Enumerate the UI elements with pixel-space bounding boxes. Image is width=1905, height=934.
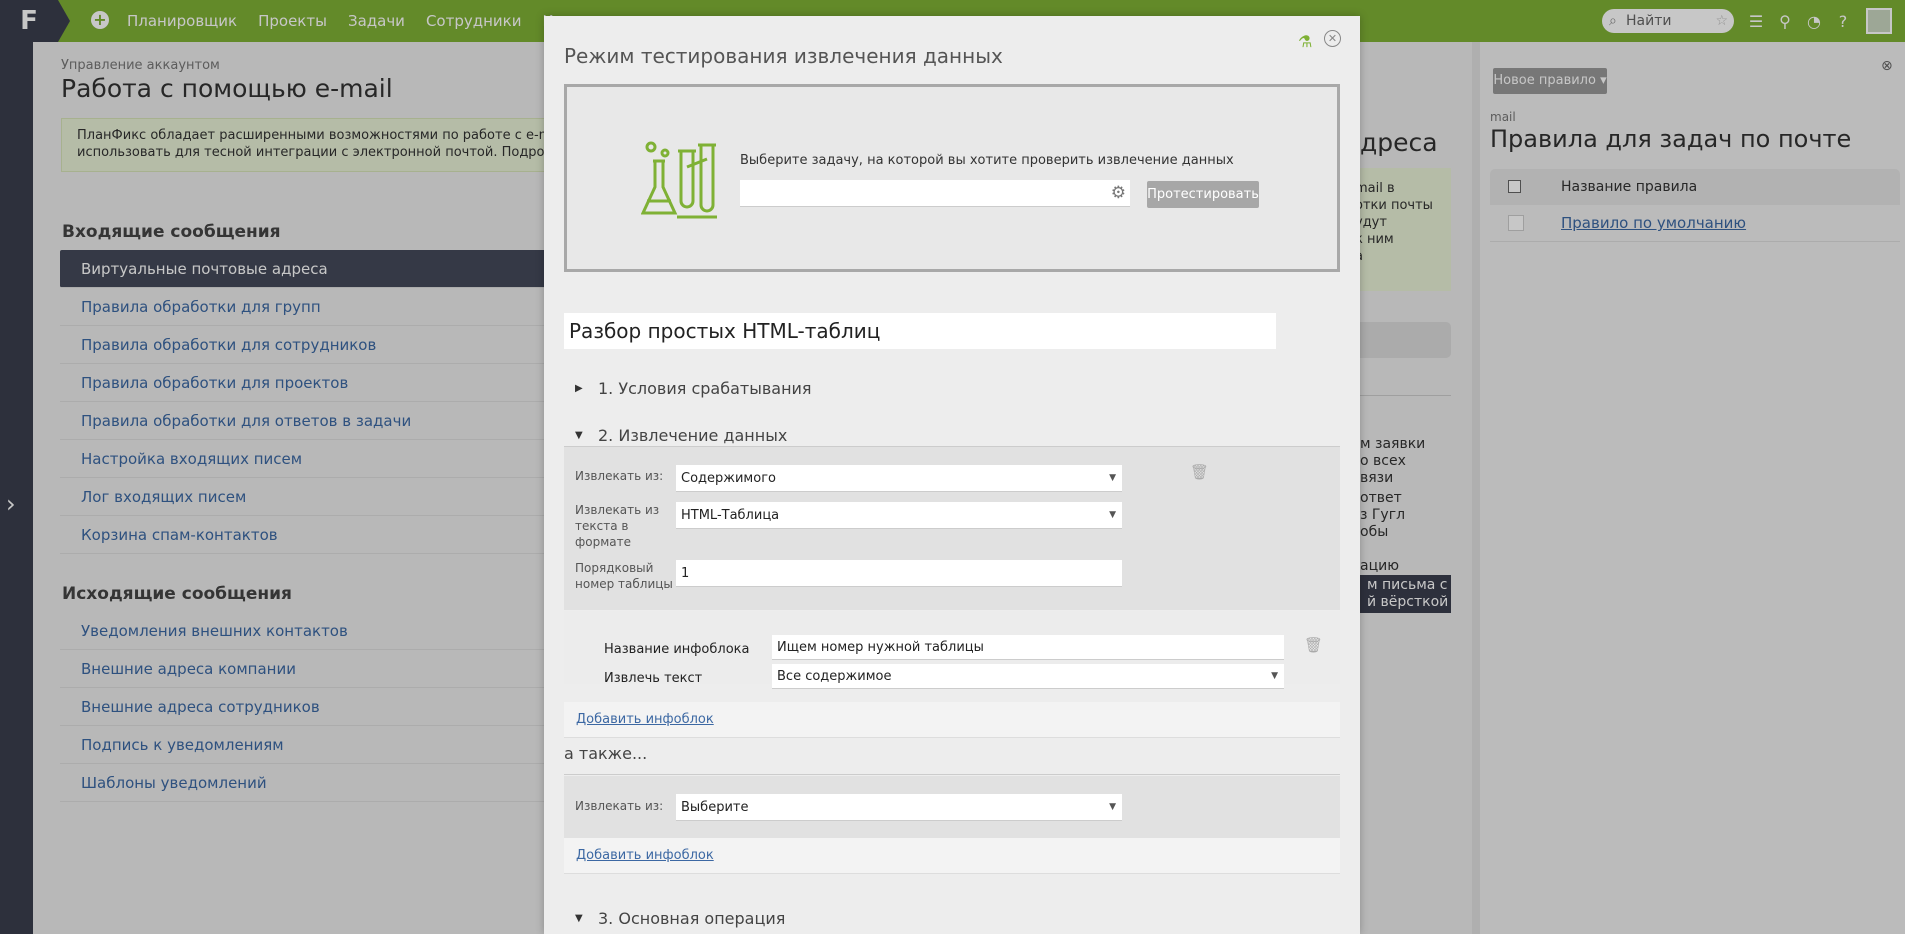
extract-from-label: Извлекать из:: [575, 469, 664, 483]
trash-icon[interactable]: 🗑: [1304, 636, 1323, 654]
triangle-down-icon: ▼: [575, 430, 583, 441]
extract-text-value: Все содержимое: [777, 669, 892, 684]
gear-icon[interactable]: ⚙: [1111, 183, 1126, 203]
infoblock-name-label: Название инфоблока: [604, 642, 750, 657]
dropdown-arrow-icon: ▼: [1271, 671, 1278, 681]
format-label-line: формате: [575, 535, 631, 549]
modal-title: Режим тестирования извлечения данных: [564, 44, 1003, 68]
extract-from-value: Содержимого: [681, 471, 776, 486]
format-value: HTML-Таблица: [681, 508, 780, 523]
section-conditions-label: 1. Условия срабатывания: [598, 379, 812, 398]
section-main-operation[interactable]: ▼ 3. Основная операция: [564, 901, 1340, 934]
close-icon[interactable]: ✕: [1324, 30, 1341, 47]
extract-from-select-2[interactable]: Выберите ▼: [676, 794, 1122, 821]
extraction-test-modal: Режим тестирования извлечения данных ⚗ ✕…: [544, 16, 1360, 934]
format-select[interactable]: HTML-Таблица ▼: [676, 502, 1122, 529]
extract-from-select[interactable]: Содержимого ▼: [676, 465, 1122, 492]
table-number-label: Порядковый номер таблицы: [575, 560, 673, 592]
table-number-label-line: Порядковый: [575, 561, 654, 575]
table-number-input[interactable]: 1: [676, 560, 1122, 587]
also-label: а также...: [564, 744, 648, 763]
format-label-line: текста в: [575, 519, 629, 533]
flask-icon[interactable]: ⚗: [1298, 32, 1312, 51]
lab-equipment-icon: [641, 141, 717, 219]
dropdown-arrow-icon: ▼: [1109, 473, 1116, 483]
section-main-operation-label: 3. Основная операция: [598, 909, 786, 928]
extract-text-label: Извлечь текст: [604, 671, 703, 686]
test-button[interactable]: Протестировать: [1147, 181, 1259, 208]
table-number-label-line: номер таблицы: [575, 577, 673, 591]
task-select-input[interactable]: ⚙: [740, 180, 1130, 207]
section-divider: [564, 774, 1340, 775]
section-extraction-label: 2. Извлечение данных: [598, 426, 788, 445]
add-infoblock-link-2[interactable]: Добавить инфоблок: [576, 848, 714, 863]
extract-text-select[interactable]: Все содержимое ▼: [772, 664, 1284, 689]
format-label-line: Извлекать из: [575, 503, 660, 517]
rule-name-input[interactable]: Разбор простых HTML-таблиц: [564, 313, 1276, 349]
extract-from-value-2: Выберите: [681, 800, 749, 815]
add-infoblock-link[interactable]: Добавить инфоблок: [576, 712, 714, 727]
section-conditions[interactable]: ▶ 1. Условия срабатывания: [564, 371, 1340, 411]
trash-icon[interactable]: 🗑: [1190, 463, 1209, 481]
triangle-right-icon: ▶: [575, 383, 583, 394]
dropdown-arrow-icon: ▼: [1109, 510, 1116, 520]
format-label: Извлекать из текста в формате: [575, 502, 659, 550]
infoblock-name-input[interactable]: Ищем номер нужной таблицы: [772, 635, 1284, 660]
extract-from-label-2: Извлекать из:: [575, 799, 664, 813]
test-prompt: Выберите задачу, на которой вы хотите пр…: [740, 153, 1234, 168]
triangle-down-icon: ▼: [575, 913, 583, 924]
dropdown-arrow-icon: ▼: [1109, 802, 1116, 812]
test-panel: Выберите задачу, на которой вы хотите пр…: [564, 84, 1340, 272]
